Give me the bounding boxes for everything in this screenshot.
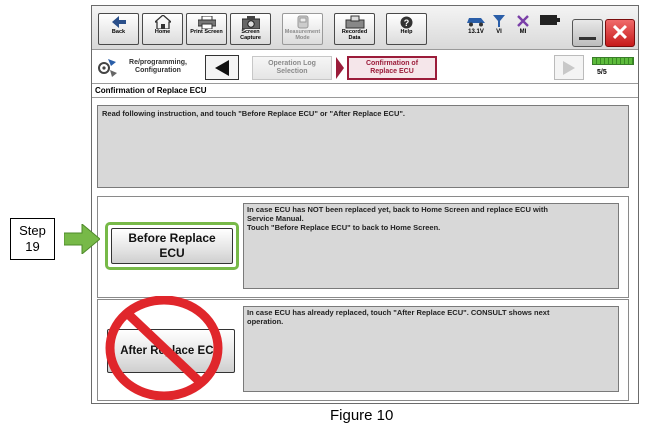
screen-capture-label: Screen Capture <box>240 29 261 41</box>
page-title: Confirmation of Replace ECU <box>92 84 638 98</box>
right-arrow-icon <box>563 60 575 75</box>
mi-label: MI <box>519 29 527 35</box>
close-button[interactable]: ✕ <box>605 19 635 47</box>
before-replace-ecu-button[interactable]: Before Replace ECU <box>111 228 233 264</box>
measurement-mode-label: Measurement Mode <box>284 29 321 41</box>
vehicle-battery-status: 13.1V <box>465 15 487 45</box>
vi-label: VI <box>496 29 502 35</box>
screen-capture-button[interactable]: Screen Capture <box>230 13 271 45</box>
vi-status: VI <box>493 15 505 45</box>
minimize-button[interactable] <box>572 19 603 47</box>
breadcrumb-operation-log[interactable]: Operation Log Selection <box>252 56 332 80</box>
help-button-label: Help <box>400 29 413 35</box>
reprogramming-gear-icon <box>98 59 117 77</box>
close-icon: ✕ <box>610 20 630 45</box>
help-button[interactable]: ? Help <box>386 13 427 45</box>
svg-text:?: ? <box>404 18 410 28</box>
green-arrow-icon <box>64 224 100 254</box>
breadcrumb-reprogramming[interactable]: Re/programming, Configuration <box>120 59 196 75</box>
measurement-mode-button[interactable]: Measurement Mode <box>282 13 323 45</box>
page-count: 5/5 <box>597 69 607 76</box>
back-button-label: Back <box>111 29 126 35</box>
recorded-data-icon <box>345 15 365 29</box>
recorded-data-button[interactable]: Recorded Data <box>334 13 375 45</box>
breadcrumb-next-button[interactable] <box>554 55 584 80</box>
battery-status <box>540 15 560 45</box>
toolbar: Back Home Print Screen Screen Capture Me… <box>92 6 638 50</box>
after-replace-panel: After Replace ECU In case ECU has alread… <box>97 296 629 401</box>
instruction-text: Read following instruction, and touch "B… <box>97 105 629 188</box>
recorded-data-label: Recorded Data <box>341 29 368 41</box>
battery-voltage: 13.1V <box>468 29 484 35</box>
breadcrumb-separator <box>336 57 344 79</box>
back-arrow-icon <box>109 15 129 29</box>
breadcrumb-back-button[interactable] <box>205 55 239 80</box>
battery-icon <box>540 15 560 25</box>
measurement-icon <box>293 15 313 29</box>
car-icon <box>467 18 485 27</box>
after-replace-description: In case ECU has already replaced, touch … <box>243 306 619 392</box>
vi-connection-icon <box>493 15 505 27</box>
before-replace-description: In case ECU has NOT been replaced yet, b… <box>243 203 619 289</box>
breadcrumb-confirmation: Confirmation of Replace ECU <box>347 56 437 80</box>
print-screen-button[interactable]: Print Screen <box>186 13 227 45</box>
help-icon: ? <box>397 15 417 29</box>
highlight-ring: Before Replace ECU <box>105 222 239 270</box>
printer-icon <box>197 15 217 29</box>
step-callout: Step 19 <box>10 218 55 260</box>
camera-icon <box>241 15 261 29</box>
home-button-label: Home <box>154 29 171 35</box>
figure-caption: Figure 10 <box>330 407 394 424</box>
consult-window: Back Home Print Screen Screen Capture Me… <box>91 5 639 404</box>
main-content: Read following instruction, and touch "B… <box>92 99 638 403</box>
mi-disconnected-icon <box>517 15 529 27</box>
print-screen-label: Print Screen <box>190 29 223 35</box>
left-arrow-icon <box>215 59 229 76</box>
after-replace-ecu-button[interactable]: After Replace ECU <box>107 329 235 373</box>
home-button[interactable]: Home <box>142 13 183 45</box>
breadcrumb: Re/programming, Configuration Operation … <box>92 51 638 84</box>
before-replace-panel: Before Replace ECU In case ECU has NOT b… <box>97 196 629 298</box>
home-icon <box>153 15 173 29</box>
mi-status: MI <box>517 15 529 45</box>
back-button[interactable]: Back <box>98 13 139 45</box>
step-progress-bar <box>592 57 634 65</box>
